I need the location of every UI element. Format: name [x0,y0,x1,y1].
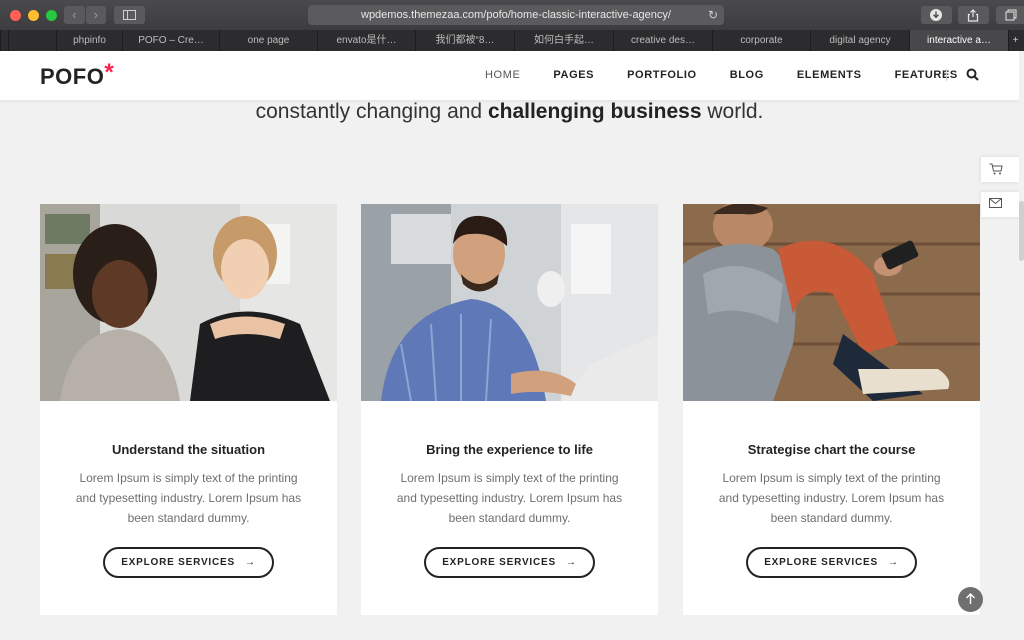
card-title: Strategise chart the course [747,442,916,457]
section-tagline: constantly changing and challenging busi… [255,100,764,123]
mail-icon [989,198,1002,208]
arrow-up-icon [966,593,975,604]
scroll-top-button[interactable] [958,587,983,612]
back-button[interactable]: ‹ [64,6,85,24]
service-card: Understand the situation Lorem Ipsum is … [40,204,337,615]
url-text: wpdemos.themezaa.com/pofo/home-classic-i… [361,9,671,21]
card-photo-team [40,204,337,401]
tab-overview-button[interactable] [996,6,1024,24]
card-photo-phone [683,204,980,401]
card-text: Lorem Ipsum is simply text of the printi… [75,471,302,525]
cart-icon [989,163,1003,175]
card-title: Understand the situation [111,442,266,457]
explore-services-button[interactable]: EXPLORE SERVICES → [424,547,595,578]
tab-article-2[interactable]: 如何白手起… [514,30,613,51]
close-window-button[interactable] [10,10,21,21]
maximize-window-button[interactable] [46,10,57,21]
card-title: Bring the experience to life [426,442,593,457]
tab-corporate[interactable]: corporate [712,30,810,51]
explore-services-button[interactable]: EXPLORE SERVICES → [746,547,917,578]
menu-item-features[interactable]: FEATURES [895,69,958,81]
service-card: Bring the experience to life Lorem Ipsum… [361,204,658,615]
tab[interactable] [8,30,56,51]
arrow-right-icon: → [244,557,256,568]
mail-side-button[interactable] [981,192,1019,217]
tab-interactive-agency[interactable]: interactive a… [909,30,1008,51]
site-header: POFO* HOME PAGES PORTFOLIO BLOG ELEMENTS… [0,51,1019,100]
site-logo[interactable]: POFO* [40,59,114,91]
minimize-window-button[interactable] [28,10,39,21]
page-scrollbar[interactable] [1019,51,1024,640]
tab-creative-design[interactable]: creative des… [613,30,712,51]
tab-digital-agency[interactable]: digital agency [810,30,909,51]
download-icon [930,9,942,21]
menu-item-blog[interactable]: BLOG [730,69,764,81]
tab[interactable] [0,30,8,51]
tab-bar: phpinfo POFO – Cre… one page envato是什… 我… [0,30,1024,51]
scrollbar-thumb[interactable] [1019,201,1024,261]
card-photo-laptop [361,204,658,401]
arrow-right-icon: → [565,557,577,568]
menu-item-elements[interactable]: ELEMENTS [797,69,862,81]
arrow-right-icon: → [887,557,899,568]
card-text: Lorem Ipsum is simply text of the printi… [718,471,945,525]
tab-article-1[interactable]: 我们都被“8… [415,30,514,51]
tab-one-page[interactable]: one page [219,30,317,51]
menu-item-pages[interactable]: PAGES [553,69,594,81]
card-text: Lorem Ipsum is simply text of the printi… [396,471,623,525]
history-nav: ‹ › [64,6,107,24]
share-icon [967,9,979,22]
downloads-button[interactable] [921,6,952,24]
main-menu: HOME PAGES PORTFOLIO BLOG ELEMENTS FEATU… [485,69,991,81]
menu-item-home[interactable]: HOME [485,69,520,81]
sidebar-icon [123,10,136,20]
tab-envato[interactable]: envato是什… [317,30,415,51]
cart-side-button[interactable] [981,157,1019,182]
menu-divider [946,69,947,81]
new-tab-button[interactable]: + [1008,30,1022,51]
tab-phpinfo[interactable]: phpinfo [56,30,122,51]
menu-item-portfolio[interactable]: PORTFOLIO [627,69,697,81]
share-button[interactable] [958,6,989,24]
browser-chrome: ‹ › wpdemos.themezaa.com/pofo/home-class… [0,0,1024,51]
address-bar[interactable]: wpdemos.themezaa.com/pofo/home-classic-i… [308,5,724,25]
search-icon[interactable] [966,68,979,81]
forward-button[interactable]: › [85,6,106,24]
service-card: Strategise chart the course Lorem Ipsum … [683,204,980,615]
sidebar-toggle-button[interactable] [114,6,145,24]
tab-pofo[interactable]: POFO – Cre… [122,30,219,51]
tabs-icon [1005,9,1017,21]
reload-icon[interactable]: ↻ [708,5,718,25]
browser-toolbar: ‹ › wpdemos.themezaa.com/pofo/home-class… [0,0,1024,30]
explore-services-button[interactable]: EXPLORE SERVICES → [103,547,274,578]
